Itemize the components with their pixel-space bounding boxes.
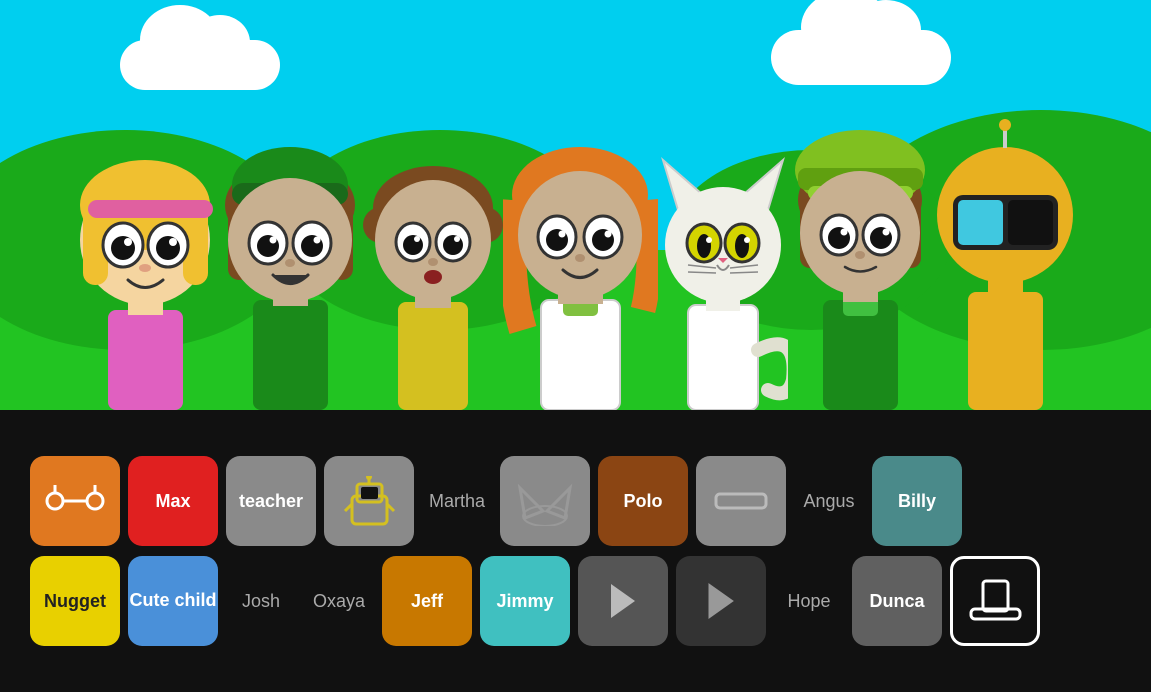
character-6 [788,20,933,410]
character-panel: Max teacher [0,410,1151,692]
teacher-btn[interactable]: teacher [226,456,316,546]
billy-label: Billy [898,491,936,512]
angus-icon-btn[interactable] [696,456,786,546]
teacher-robot-btn[interactable] [324,456,414,546]
character-2 [218,30,363,410]
josh-label: Josh [226,591,296,612]
hope-arrow1-btn[interactable] [578,556,668,646]
max-label: Max [155,491,190,512]
billy-btn[interactable]: Billy [872,456,962,546]
dunca-btn[interactable]: Dunca [852,556,942,646]
angus-label: Angus [794,491,864,512]
polo-btn[interactable]: Polo [598,456,688,546]
cute-child-label: Cute child [129,590,216,612]
martha-label: Martha [422,491,492,512]
oxaya-label: Oxaya [304,591,374,612]
max-btn[interactable]: Max [128,456,218,546]
panel-row-2: Nugget Cute child Josh Oxaya Jeff Jimmy [30,556,1121,646]
scene [0,0,1151,410]
jimmy-label: Jimmy [496,591,553,612]
hat-btn[interactable] [950,556,1040,646]
teacher-label: teacher [239,491,303,512]
character-1 [73,30,218,410]
characters-group [0,20,1151,410]
max-icon-btn[interactable] [30,456,120,546]
jeff-btn[interactable]: Jeff [382,556,472,646]
polo-label: Polo [624,491,663,512]
hope-label: Hope [774,591,844,612]
cute-child-btn[interactable]: Cute child [128,556,218,646]
polo-icon-btn[interactable] [500,456,590,546]
character-4 [503,20,658,410]
jeff-label: Jeff [411,591,443,612]
dunca-label: Dunca [869,591,924,612]
character-5 [658,40,788,410]
character-7 [933,20,1078,410]
nugget-label: Nugget [44,591,106,612]
character-3 [363,30,503,410]
jimmy-btn[interactable]: Jimmy [480,556,570,646]
panel-row-1: Max teacher [30,456,1121,546]
hope-arrow2-btn[interactable] [676,556,766,646]
nugget-btn[interactable]: Nugget [30,556,120,646]
